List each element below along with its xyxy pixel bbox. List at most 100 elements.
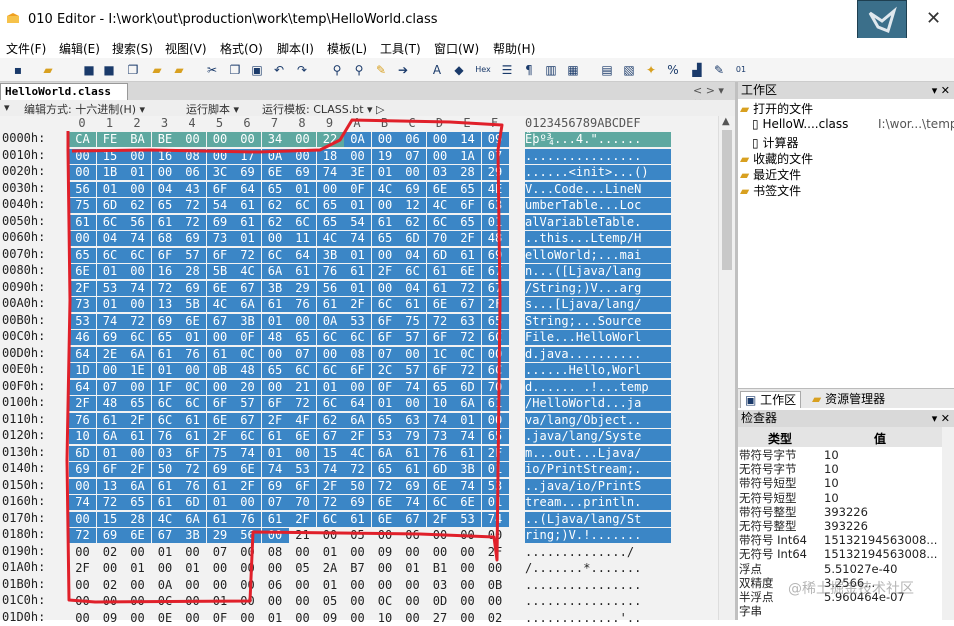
hex-byte[interactable]: 12 [399,198,426,213]
hex-byte[interactable]: 69 [261,478,289,494]
hex-byte[interactable]: 00 [317,528,344,543]
hex-byte[interactable]: 67 [234,280,261,296]
tree-file-helloworld[interactable]: ▯ HelloW....class [752,117,848,131]
hex-byte[interactable]: 67 [206,313,234,329]
hex-byte[interactable]: 4C [344,445,371,461]
ascii-text[interactable]: ............../ [525,545,671,560]
hex-byte[interactable]: 64 [234,181,261,197]
hex-byte[interactable]: 04 [399,247,426,263]
hex-byte[interactable]: 00 [344,379,371,395]
histogram-icon[interactable]: ▟ [690,62,704,77]
hex-byte[interactable]: 65 [261,181,289,197]
tab-explorer[interactable]: ▰ 资源管理器 [808,391,889,408]
ascii-text[interactable]: ......<init>...() [525,165,671,180]
hex-byte[interactable]: 72 [124,313,151,329]
hex-byte[interactable]: 69 [206,462,234,477]
hex-byte[interactable]: 00 [481,412,509,428]
hex-byte[interactable]: 00 [344,578,371,593]
folders-icon[interactable]: ▰ [172,62,186,77]
hex-byte[interactable]: 2F [261,412,289,428]
hex-byte[interactable]: FE [96,132,124,147]
save-all-icon[interactable]: ■ [102,62,116,77]
hex-byte[interactable]: 64 [69,346,96,362]
hex-byte[interactable]: 6F [454,198,481,213]
copy-icon[interactable]: ❐ [228,62,242,77]
hex-byte[interactable]: 0C [152,594,179,609]
inspector-row[interactable]: 带符号整型 393226 [738,506,942,519]
hex-byte[interactable]: 65 [69,247,96,263]
hex-byte[interactable]: 6D [399,231,426,246]
hex-byte[interactable]: 15 [316,445,344,461]
hex-byte[interactable]: 00 [207,561,234,576]
hex-byte[interactable]: 61 [206,478,234,494]
ascii-text[interactable]: d...... .!...temp [525,379,671,395]
hex-byte[interactable]: 74 [344,231,371,246]
hex-byte[interactable]: 28 [124,511,151,527]
hex-byte[interactable]: 01 [151,363,179,378]
font-icon[interactable]: A [430,62,444,77]
hex-byte[interactable]: 56 [234,528,261,543]
hex-byte[interactable]: 72 [96,495,124,510]
ascii-text[interactable]: tream...println. [525,495,671,510]
hex-byte[interactable]: 62 [124,198,151,213]
hex-byte[interactable]: 53 [454,511,481,527]
hex-byte[interactable]: 70 [426,231,454,246]
hex-byte[interactable]: 00 [124,148,151,164]
hex-editor[interactable]: 0123456789ABCDEF 0123456789ABCDEF 0000h:… [0,116,735,625]
hex-byte[interactable]: 00 [427,545,454,560]
hex-byte[interactable]: 01 [261,313,289,329]
hex-byte[interactable]: 61 [234,214,261,230]
hex-byte[interactable]: 03 [426,165,454,180]
hex-byte[interactable]: 61 [261,511,289,527]
hex-byte[interactable]: 00 [372,528,399,543]
hex-byte[interactable]: 6C [234,429,261,444]
hex-byte[interactable]: 62 [316,412,344,428]
ascii-text[interactable]: /String;)V...arg [525,280,671,296]
hex-byte[interactable]: 01 [316,379,344,395]
hex-byte[interactable]: 4C [426,198,454,213]
hex-byte[interactable]: 74 [234,445,261,461]
hex-byte[interactable]: 01 [179,561,206,576]
script-icon[interactable]: ✎ [712,62,726,77]
hex-byte[interactable]: 34 [261,132,289,147]
hex-byte[interactable]: 2F [344,297,371,312]
hex-byte[interactable]: 20 [234,379,261,395]
hex-byte[interactable]: 05 [344,528,371,543]
hex-byte[interactable]: 10 [372,611,399,626]
hex-byte[interactable]: 01 [317,578,344,593]
hex-byte[interactable]: 2F [124,462,151,477]
hex-scrollbar[interactable]: ▲ [718,116,735,620]
inspector-row[interactable]: 字串 [738,605,942,618]
menu-help[interactable]: 帮助(H) [493,40,535,57]
hex-byte[interactable]: 00 [344,148,371,164]
hex-byte[interactable]: 01 [96,181,124,197]
hex-byte[interactable]: BE [151,132,179,147]
ruler-icon[interactable]: ▥ [544,62,558,77]
hex-byte[interactable]: 65 [289,330,316,345]
hex-byte[interactable]: 6A [371,445,399,461]
hex-byte[interactable]: 1E [124,363,151,378]
hex-byte[interactable]: 6D [426,462,454,477]
hex-byte[interactable]: 10 [69,429,96,444]
hex-byte[interactable]: 6E [371,511,399,527]
hex-byte[interactable]: 50 [151,462,179,477]
hex-byte[interactable]: 6F [206,247,234,263]
ascii-text[interactable]: ring;)V.!....... [525,528,671,543]
hex-byte[interactable]: 54 [206,198,234,213]
hex-byte[interactable]: 6F [206,181,234,197]
hex-byte[interactable]: 69 [206,214,234,230]
hex-byte[interactable]: 61 [454,445,481,461]
inspector-row[interactable]: 无符号短型 10 [738,492,942,505]
hex-byte[interactable]: 00 [399,545,426,560]
hex-byte[interactable]: 04 [151,181,179,197]
hex-byte[interactable]: 18 [316,148,344,164]
hex-byte[interactable]: 11 [289,231,316,246]
hex-byte[interactable]: 65 [316,198,344,213]
hex-byte[interactable]: 6C [481,363,509,378]
hex-byte[interactable]: 6C [371,297,399,312]
hex-byte[interactable]: 6F [426,330,454,345]
hex-byte[interactable]: 00 [289,148,316,164]
hex-byte[interactable]: 00 [344,594,371,609]
hex-byte[interactable]: 62 [261,198,289,213]
hex-byte[interactable]: 04 [399,280,426,296]
